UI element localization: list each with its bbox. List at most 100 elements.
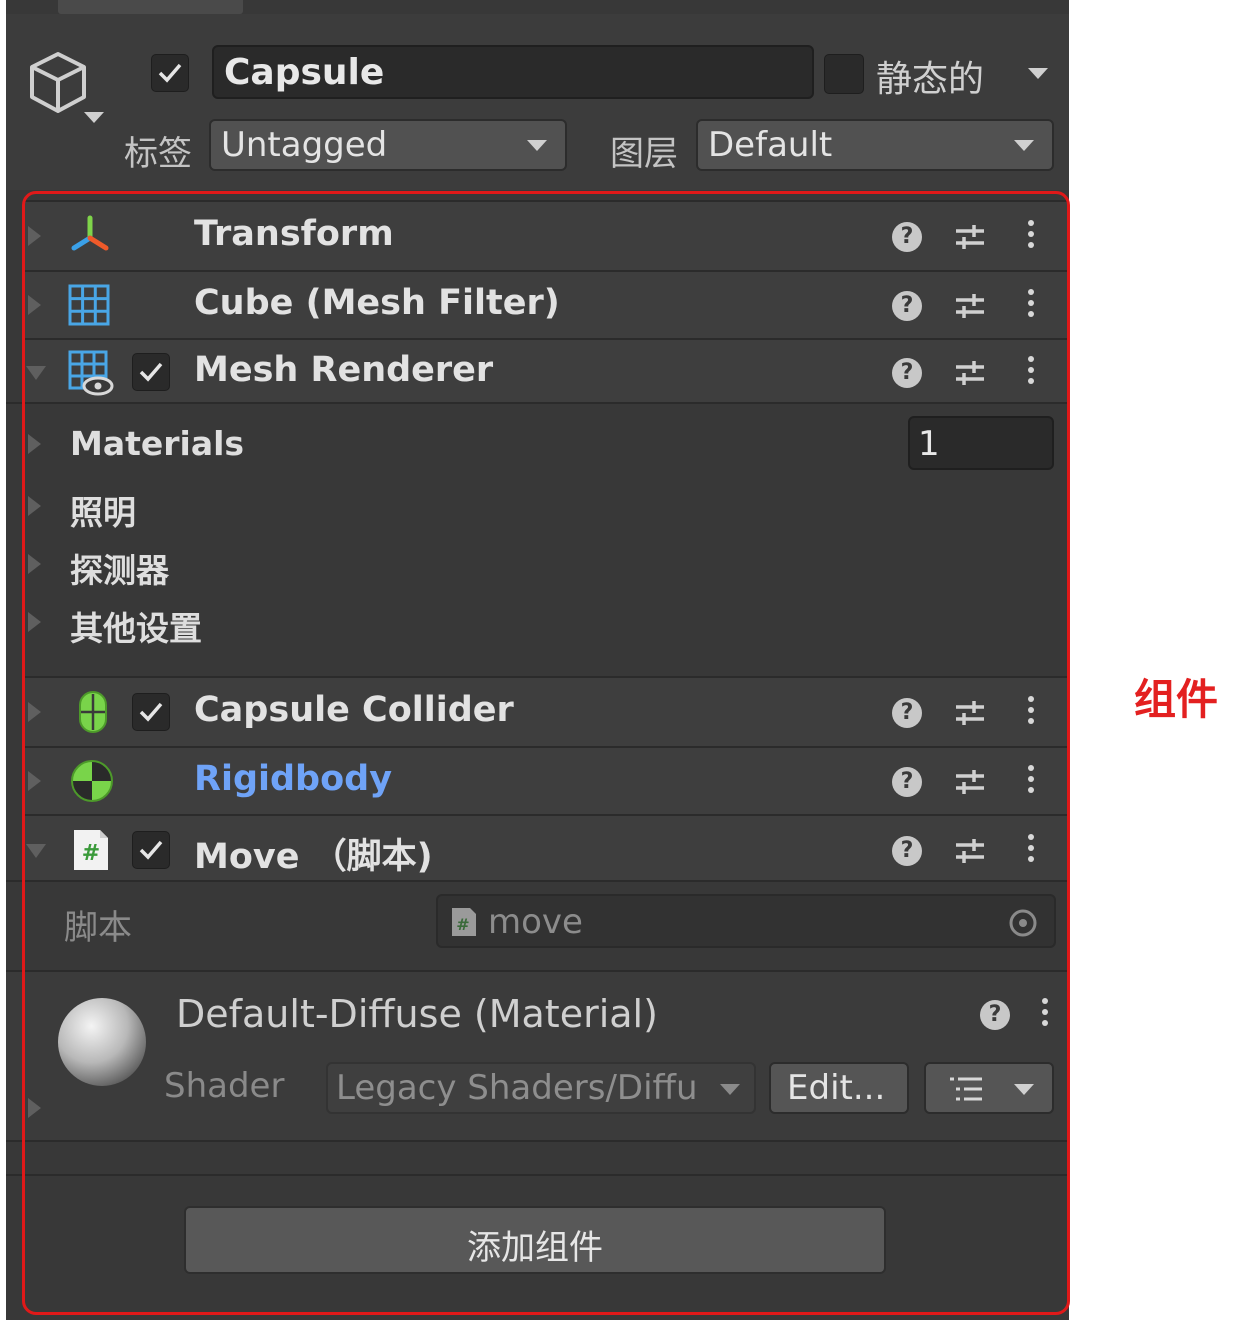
- help-icon[interactable]: ?: [892, 698, 922, 728]
- foldout-arrow-icon[interactable]: [28, 771, 41, 791]
- static-label: 静态的: [876, 59, 985, 100]
- active-checkbox[interactable]: [151, 54, 189, 92]
- capsule-collider-icon: [79, 691, 107, 733]
- shader-value: Legacy Shaders/Diffu: [336, 1068, 698, 1108]
- lighting-foldout-icon[interactable]: [28, 496, 41, 516]
- divider: [6, 880, 1069, 882]
- add-component-button[interactable]: 添加组件: [184, 1206, 886, 1274]
- shader-edit-button[interactable]: Edit...: [769, 1062, 909, 1114]
- static-dropdown-icon[interactable]: [1028, 68, 1048, 79]
- svg-text:#: #: [456, 915, 469, 934]
- help-icon[interactable]: ?: [892, 358, 922, 388]
- kebab-menu-icon[interactable]: [1028, 696, 1034, 729]
- options-chevron-down-icon: [1014, 1084, 1034, 1095]
- layer-value: Default: [708, 125, 833, 165]
- layer-chevron-down-icon: [1014, 140, 1034, 151]
- gameobject-header: Capsule 静态的 标签 Untagged 图层 Default: [6, 14, 1069, 190]
- layer-dropdown[interactable]: Default: [696, 119, 1054, 171]
- capsule-collider-enabled-checkbox[interactable]: [132, 693, 170, 731]
- components-callout-label: 组件: [1134, 675, 1219, 724]
- help-icon[interactable]: ?: [980, 1000, 1010, 1030]
- rigidbody-icon: [71, 760, 113, 802]
- divider: [6, 402, 1069, 404]
- component-title: Transform: [194, 214, 394, 254]
- component-mesh-filter[interactable]: Cube (Mesh Filter) ?: [24, 270, 1069, 338]
- transform-icon: [71, 215, 109, 251]
- other-settings-label[interactable]: 其他设置: [70, 602, 202, 650]
- tag-label: 标签: [124, 134, 192, 174]
- component-title: Capsule Collider: [194, 690, 514, 730]
- component-title: Cube (Mesh Filter): [194, 283, 560, 323]
- foldout-arrow-icon[interactable]: [28, 226, 41, 246]
- tag-chevron-down-icon: [527, 140, 547, 151]
- component-title: Rigidbody: [194, 759, 393, 799]
- list-icon: [950, 1077, 982, 1101]
- script-object-field[interactable]: # move: [436, 894, 1056, 948]
- help-icon[interactable]: ?: [892, 291, 922, 321]
- move-script-enabled-checkbox[interactable]: [132, 831, 170, 869]
- inspector-panel: Capsule 静态的 标签 Untagged 图层 Default Trans…: [6, 0, 1069, 1320]
- foldout-expanded-arrow-icon[interactable]: [26, 366, 46, 380]
- add-component-label: 添加组件: [467, 1228, 603, 1268]
- mesh-renderer-enabled-checkbox[interactable]: [132, 353, 170, 391]
- preset-sliders-icon[interactable]: [954, 697, 986, 729]
- preset-sliders-icon[interactable]: [954, 766, 986, 798]
- script-file-icon: #: [452, 908, 476, 936]
- kebab-menu-icon[interactable]: [1042, 998, 1048, 1031]
- shader-chevron-down-icon: [720, 1084, 740, 1095]
- icon-dropdown-arrow-icon[interactable]: [84, 112, 104, 123]
- kebab-menu-icon[interactable]: [1028, 765, 1034, 798]
- help-icon[interactable]: ?: [892, 767, 922, 797]
- component-capsule-collider[interactable]: Capsule Collider ?: [24, 676, 1069, 746]
- inspector-tab[interactable]: [58, 0, 243, 14]
- component-move-script[interactable]: # Move （脚本) ?: [24, 814, 1069, 882]
- materials-label[interactable]: Materials: [70, 424, 244, 463]
- lighting-label[interactable]: 照明: [70, 486, 136, 534]
- shader-dropdown[interactable]: Legacy Shaders/Diffu: [326, 1062, 756, 1114]
- tag-dropdown[interactable]: Untagged: [209, 119, 567, 171]
- materials-foldout-icon[interactable]: [28, 434, 41, 454]
- component-title: Mesh Renderer: [194, 350, 494, 390]
- materials-size-input[interactable]: 1: [908, 416, 1054, 470]
- object-name-input[interactable]: Capsule: [212, 45, 814, 99]
- materials-size-value: 1: [918, 424, 940, 464]
- shader-label: Shader: [164, 1066, 285, 1106]
- object-name-text: Capsule: [224, 52, 385, 93]
- csharp-script-icon: #: [74, 830, 108, 870]
- probes-label[interactable]: 探测器: [70, 544, 169, 592]
- gameobject-cube-icon[interactable]: [26, 50, 90, 116]
- material-options-button[interactable]: [924, 1062, 1054, 1114]
- foldout-expanded-arrow-icon[interactable]: [26, 844, 46, 858]
- preset-sliders-icon[interactable]: [954, 290, 986, 322]
- tag-value: Untagged: [221, 125, 388, 165]
- material-title: Default-Diffuse (Material): [176, 992, 658, 1036]
- preset-sliders-icon[interactable]: [954, 221, 986, 253]
- material-foldout-icon[interactable]: [28, 1098, 41, 1118]
- probes-foldout-icon[interactable]: [28, 554, 41, 574]
- component-mesh-renderer[interactable]: Mesh Renderer ?: [24, 338, 1069, 404]
- kebab-menu-icon[interactable]: [1028, 289, 1034, 322]
- object-picker-icon[interactable]: [1008, 908, 1038, 938]
- svg-text:#: #: [82, 841, 100, 866]
- layer-label: 图层: [610, 134, 678, 174]
- script-label: 脚本: [64, 908, 132, 948]
- mesh-filter-icon: [68, 284, 110, 326]
- material-preview-sphere-icon: [58, 998, 146, 1086]
- kebab-menu-icon[interactable]: [1028, 356, 1034, 389]
- kebab-menu-icon[interactable]: [1028, 834, 1034, 867]
- preset-sliders-icon[interactable]: [954, 835, 986, 867]
- divider: [6, 1140, 1069, 1142]
- help-icon[interactable]: ?: [892, 222, 922, 252]
- static-checkbox[interactable]: [824, 54, 864, 94]
- preset-sliders-icon[interactable]: [954, 357, 986, 389]
- other-settings-foldout-icon[interactable]: [28, 612, 41, 632]
- script-value: move: [488, 902, 583, 942]
- component-rigidbody[interactable]: Rigidbody ?: [24, 746, 1069, 814]
- foldout-arrow-icon[interactable]: [28, 295, 41, 315]
- component-transform[interactable]: Transform ?: [24, 200, 1069, 270]
- kebab-menu-icon[interactable]: [1028, 220, 1034, 253]
- foldout-arrow-icon[interactable]: [28, 702, 41, 722]
- mesh-renderer-icon: [68, 350, 114, 396]
- component-title: Move （脚本): [194, 837, 433, 877]
- help-icon[interactable]: ?: [892, 836, 922, 866]
